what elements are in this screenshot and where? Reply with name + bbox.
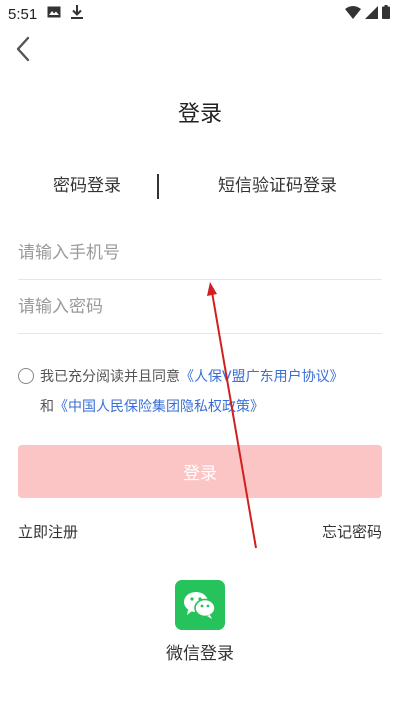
status-left: 5:51 bbox=[8, 5, 84, 23]
privacy-policy-link[interactable]: 《中国人民保险集团隐私权政策》 bbox=[54, 396, 264, 416]
status-time: 5:51 bbox=[8, 5, 38, 23]
back-button[interactable] bbox=[8, 36, 38, 66]
download-icon bbox=[71, 5, 84, 23]
tab-divider bbox=[157, 174, 159, 199]
register-link[interactable]: 立即注册 bbox=[18, 521, 78, 542]
status-right bbox=[345, 5, 390, 23]
agreement-line-1: 我已充分阅读并且同意 《人保V盟广东用户协议》 bbox=[18, 364, 388, 388]
agreement-checkbox[interactable] bbox=[18, 368, 34, 384]
forgot-password-link[interactable]: 忘记密码 bbox=[322, 521, 382, 542]
wechat-login-label: 微信登录 bbox=[166, 644, 234, 664]
battery-icon bbox=[382, 5, 390, 23]
back-arrow-icon bbox=[15, 36, 31, 66]
phone-input[interactable] bbox=[18, 226, 382, 279]
login-button[interactable]: 登录 bbox=[18, 445, 382, 498]
password-field bbox=[18, 280, 382, 334]
user-agreement-link[interactable]: 《人保V盟广东用户协议》 bbox=[180, 366, 344, 386]
phone-field bbox=[18, 226, 382, 280]
wechat-icon[interactable] bbox=[175, 580, 225, 630]
wifi-icon bbox=[345, 5, 361, 23]
password-input[interactable] bbox=[18, 280, 382, 333]
signal-icon bbox=[365, 5, 378, 23]
agreement: 我已充分阅读并且同意 《人保V盟广东用户协议》 和 《中国人民保险集团隐私权政策… bbox=[18, 364, 388, 418]
tab-sms-login[interactable]: 短信验证码登录 bbox=[218, 172, 337, 200]
tab-password-login[interactable]: 密码登录 bbox=[53, 172, 121, 200]
login-tabs: 密码登录 短信验证码登录 bbox=[0, 172, 400, 200]
status-bar: 5:51 bbox=[0, 0, 400, 28]
agreement-conjunction: 和 bbox=[40, 399, 54, 415]
agreement-line-2: 和 《中国人民保险集团隐私权政策》 bbox=[18, 394, 388, 418]
page-title: 登录 bbox=[177, 102, 222, 127]
gallery-icon bbox=[47, 6, 61, 22]
agreement-prefix: 我已充分阅读并且同意 bbox=[40, 369, 180, 385]
